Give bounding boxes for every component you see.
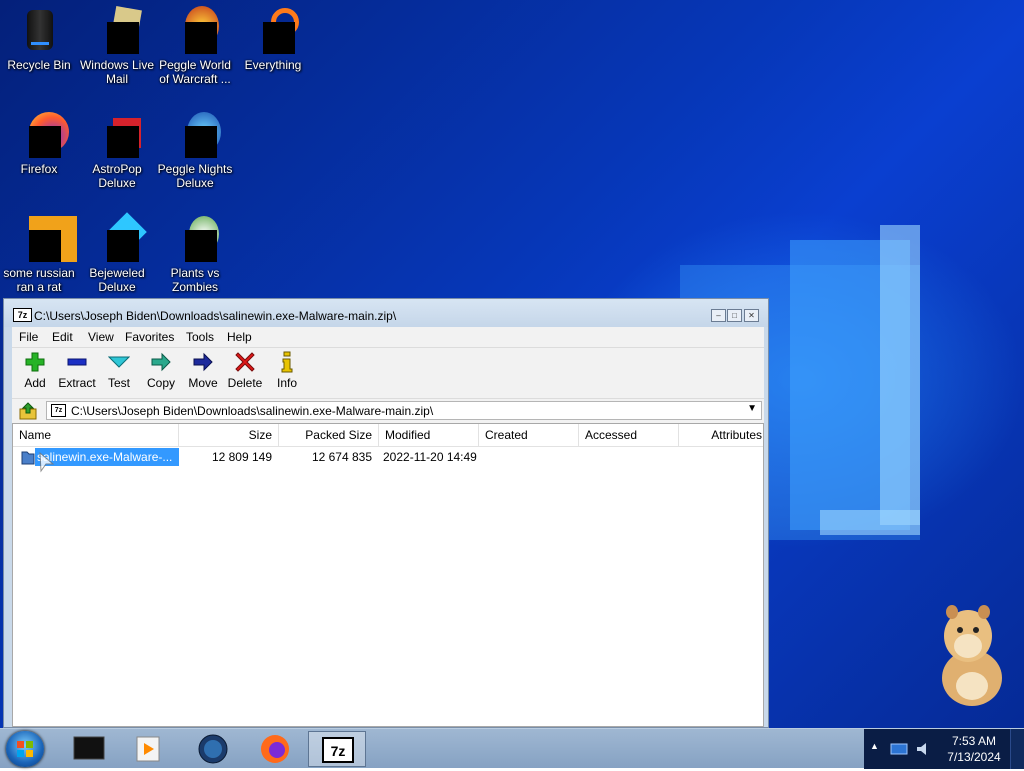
column-header-created[interactable]: Created	[479, 424, 579, 446]
desktop-icon-peggle-wow[interactable]: Peggle World of Warcraft ...	[156, 6, 234, 86]
extract-icon	[67, 358, 87, 366]
menu-file[interactable]: File	[19, 330, 38, 344]
file-list[interactable]: Name Size Packed Size Modified Created A…	[12, 423, 764, 727]
address-bar-row: 7z C:\Users\Joseph Biden\Downloads\salin…	[12, 398, 764, 423]
mouse-cursor-icon	[39, 452, 55, 473]
desktop-icon-astropop[interactable]: AstroPop Deluxe	[78, 110, 156, 190]
start-button[interactable]	[6, 731, 44, 767]
delete-x-icon	[235, 352, 255, 372]
menu-help[interactable]: Help	[227, 330, 252, 344]
7zip-app-icon: 7z	[13, 308, 32, 322]
firefox-icon	[261, 735, 289, 763]
toolbar: Add Extract Test Copy Move Delete Info	[12, 347, 764, 398]
7zip-file-manager-window[interactable]: 7z C:\Users\Joseph Biden\Downloads\salin…	[3, 298, 769, 728]
taskbar-7zip[interactable]: 7z	[308, 731, 366, 767]
menu-favorites[interactable]: Favorites	[125, 330, 174, 344]
extract-button[interactable]: Extract	[57, 351, 97, 390]
tray-expand-icon[interactable]: ▲	[870, 741, 879, 751]
peggle-wow-icon	[171, 6, 219, 54]
mail-icon	[93, 6, 142, 54]
svg-text:7z: 7z	[331, 743, 346, 759]
row-created	[483, 448, 579, 466]
row-accessed	[583, 448, 679, 466]
taskbar-media-center[interactable]	[62, 731, 116, 767]
media-center-icon	[73, 736, 105, 760]
system-tray: ▲ 7:53 AM 7/13/2024	[864, 729, 1024, 769]
move-arrow-icon	[193, 352, 213, 372]
test-button[interactable]: Test	[99, 351, 139, 390]
network-icon[interactable]	[890, 742, 908, 756]
column-header-attributes[interactable]: Attributes	[679, 424, 763, 446]
show-desktop-button[interactable]	[1010, 729, 1024, 769]
taskbar-firefox[interactable]	[248, 731, 302, 767]
7zip-icon: 7z	[322, 737, 354, 763]
column-header-accessed[interactable]: Accessed	[579, 424, 679, 446]
maximize-button[interactable]: □	[727, 309, 742, 322]
speaker-icon[interactable]	[914, 740, 932, 758]
taskbar-media-player[interactable]	[122, 731, 176, 767]
recycle-bin-icon	[15, 6, 63, 54]
menu-view[interactable]: View	[88, 330, 114, 344]
clock-date: 7/13/2024	[947, 750, 1001, 764]
info-icon	[281, 351, 293, 373]
row-modified: 2022-11-20 14:49	[383, 450, 477, 464]
move-button[interactable]: Move	[183, 351, 223, 390]
hamster-desktop-pet	[942, 605, 1002, 706]
windows-orb-icon	[17, 741, 33, 757]
firefox-icon	[15, 110, 69, 158]
menu-edit[interactable]: Edit	[52, 330, 73, 344]
column-header-packed-size[interactable]: Packed Size	[279, 424, 379, 446]
desktop-icon-peggle-nights[interactable]: Peggle Nights Deluxe	[156, 110, 234, 190]
desktop-icon-firefox[interactable]: Firefox	[0, 110, 78, 176]
taskbar: 7z ▲ 7:53 AM 7/13/2024	[0, 728, 1024, 769]
folder-up-icon[interactable]	[18, 402, 38, 420]
file-list-header: Name Size Packed Size Modified Created A…	[13, 424, 763, 447]
bejeweled-gem-icon	[93, 212, 147, 262]
clock[interactable]: 7:53 AM 7/13/2024	[944, 733, 1004, 765]
row-attributes	[683, 448, 763, 466]
delete-button[interactable]: Delete	[225, 351, 265, 390]
close-button[interactable]: ✕	[744, 309, 759, 322]
peggle-nights-icon	[171, 110, 221, 158]
desktop-icon-recycle-bin[interactable]: Recycle Bin	[0, 6, 78, 72]
media-player-icon	[136, 736, 160, 762]
astropop-icon	[93, 110, 141, 158]
desktop-icon-plants-vs-zombies[interactable]: Plants vs Zombies	[156, 214, 234, 294]
minimize-button[interactable]: –	[711, 309, 726, 322]
taskbar-browser[interactable]	[186, 731, 240, 767]
menu-tools[interactable]: Tools	[186, 330, 214, 344]
clock-time: 7:53 AM	[951, 734, 997, 748]
table-row[interactable]: salinewin.exe-Malware-... 12 809 149 12 …	[13, 448, 763, 473]
menu-bar: File Edit View Favorites Tools Help	[12, 327, 764, 347]
window-title: C:\Users\Joseph Biden\Downloads\salinewi…	[34, 309, 397, 323]
row-size: 12 809 149	[211, 450, 272, 464]
rat-program-icon	[15, 214, 77, 262]
copy-button[interactable]: Copy	[141, 351, 181, 390]
desktop-icon-windows-live-mail[interactable]: Windows Live Mail	[78, 6, 156, 86]
folder-icon	[21, 451, 35, 465]
chevron-down-icon[interactable]: ▼	[747, 403, 757, 414]
zip-archive-icon: 7z	[51, 404, 66, 417]
plants-vs-zombies-icon	[171, 214, 219, 262]
add-icon	[25, 352, 45, 372]
info-button[interactable]: Info	[267, 351, 307, 390]
column-header-name[interactable]: Name	[13, 424, 179, 446]
desktop-icon-everything[interactable]: Everything	[234, 6, 312, 72]
row-name[interactable]: salinewin.exe-Malware-...	[35, 448, 179, 466]
browser-globe-icon	[198, 734, 228, 764]
row-packed-size: 12 674 835	[311, 450, 372, 464]
desktop-icon-some-russian-ran-a-rat[interactable]: some russian ran a rat	[0, 214, 78, 294]
copy-arrow-icon	[151, 352, 171, 372]
address-input[interactable]: 7z C:\Users\Joseph Biden\Downloads\salin…	[46, 401, 762, 420]
test-icon	[108, 356, 130, 368]
desktop-icon-bejeweled[interactable]: Bejeweled Deluxe	[78, 212, 156, 294]
window-title-bar[interactable]: 7z C:\Users\Joseph Biden\Downloads\salin…	[4, 299, 768, 327]
add-button[interactable]: Add	[15, 351, 55, 390]
everything-search-icon	[249, 6, 299, 54]
column-header-modified[interactable]: Modified	[379, 424, 479, 446]
column-header-size[interactable]: Size	[179, 424, 279, 446]
